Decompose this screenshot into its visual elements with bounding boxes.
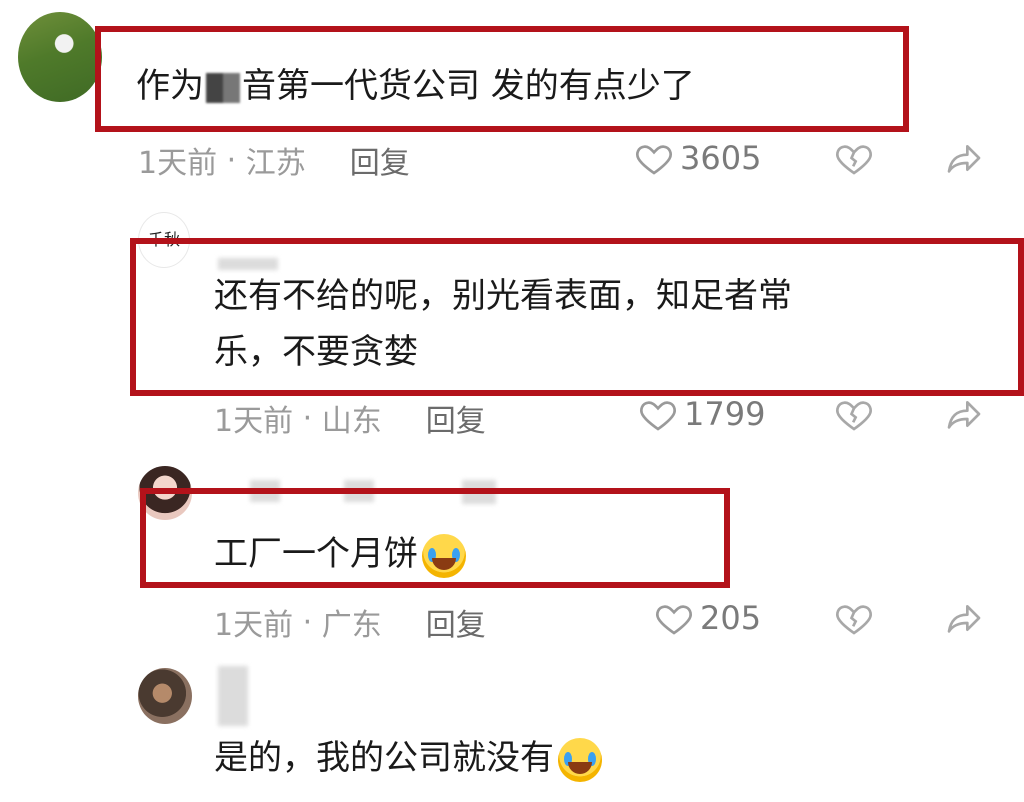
like-button[interactable]: 205 xyxy=(654,598,761,638)
timestamp: 1天前 xyxy=(214,608,294,643)
comment-meta: 1天前 · 广东 回复 xyxy=(214,600,486,644)
comment-meta: 1天前 · 江苏 回复 xyxy=(138,138,410,182)
reply-button[interactable]: 回复 xyxy=(426,600,486,644)
comment-text-part: 是的，我的公司就没有 xyxy=(214,738,554,778)
comment-text: 工厂一个月饼 xyxy=(214,526,466,582)
meta-separator: · xyxy=(217,142,246,178)
username-blurred xyxy=(218,666,248,726)
broken-heart-icon[interactable] xyxy=(834,138,874,178)
reply-button[interactable]: 回复 xyxy=(426,396,486,440)
like-button[interactable]: 1799 xyxy=(638,394,765,434)
avatar[interactable] xyxy=(18,12,102,102)
share-arrow-icon[interactable] xyxy=(942,138,986,178)
comment-text: 还有不给的呢，别光看表面，知足者常 乐，不要贪婪 xyxy=(214,268,792,380)
heart-outline-icon xyxy=(640,401,676,431)
meta-separator: · xyxy=(293,400,322,436)
comment-text-part: 音第一代货公司 发的有点少了 xyxy=(242,66,695,106)
comment-text: 作为 音第一代货公司 发的有点少了 xyxy=(136,58,695,114)
share-arrow-icon[interactable] xyxy=(942,394,986,434)
mosaic-censor xyxy=(206,72,240,103)
like-count: 205 xyxy=(700,599,762,637)
comment-text-part: 工厂一个月饼 xyxy=(214,534,418,574)
timestamp: 1天前 xyxy=(214,404,294,439)
meta-separator: · xyxy=(293,604,322,640)
comment-line: 乐，不要贪婪 xyxy=(214,332,418,372)
avatar[interactable] xyxy=(138,668,192,724)
heart-outline-icon xyxy=(636,145,672,175)
broken-heart-icon[interactable] xyxy=(834,394,874,434)
laughing-crying-emoji xyxy=(422,533,466,578)
crying-emoji xyxy=(558,737,602,782)
like-button[interactable]: 3605 xyxy=(634,138,761,178)
comment-text-part: 作为 xyxy=(136,66,204,106)
comment-meta: 1天前 · 山东 回复 xyxy=(214,396,486,440)
location: 山东 xyxy=(321,404,382,439)
location: 广东 xyxy=(321,608,382,643)
like-count: 3605 xyxy=(680,139,762,177)
reply-button[interactable]: 回复 xyxy=(350,138,410,182)
broken-heart-icon[interactable] xyxy=(834,598,874,638)
comment-text: 是的，我的公司就没有 xyxy=(214,730,602,786)
like-count: 1799 xyxy=(684,395,766,433)
comment-line: 还有不给的呢，别光看表面，知足者常 xyxy=(214,276,792,316)
share-arrow-icon[interactable] xyxy=(942,598,986,638)
timestamp: 1天前 xyxy=(138,146,218,181)
location: 江苏 xyxy=(245,146,306,181)
heart-outline-icon xyxy=(656,605,692,635)
